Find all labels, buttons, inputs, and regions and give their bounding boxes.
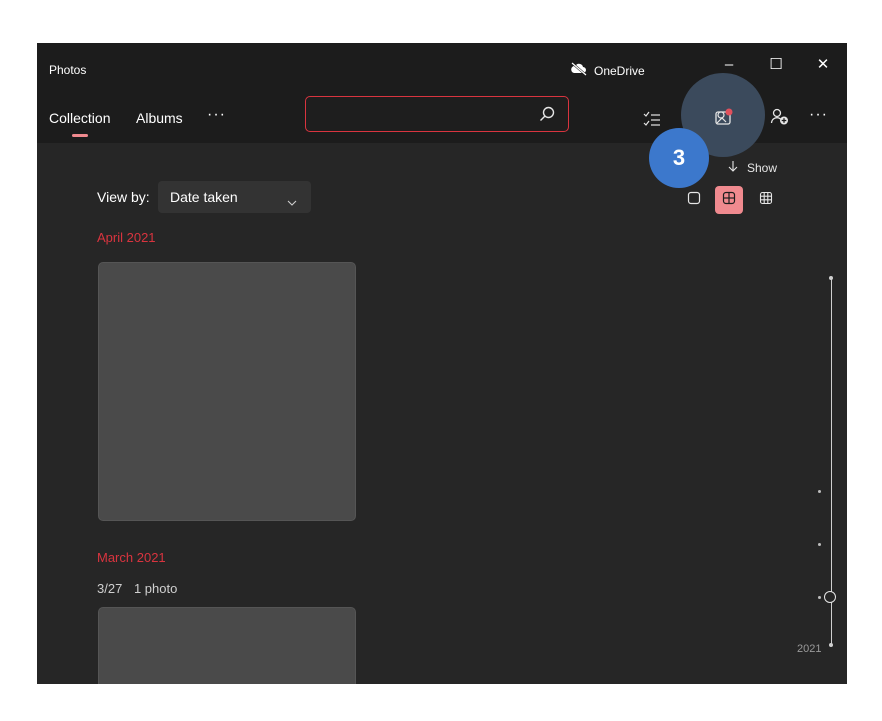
close-button[interactable]: ✕	[803, 51, 843, 77]
active-tab-indicator	[72, 134, 88, 137]
timeline-marker	[818, 596, 821, 599]
day-photo-count: 1 photo	[133, 581, 178, 596]
chevron-down-icon	[287, 193, 297, 209]
tutorial-step-badge: 3	[649, 128, 709, 188]
arrow-down-icon	[727, 160, 739, 175]
add-people-icon[interactable]	[768, 105, 792, 129]
large-thumbnails-button[interactable]	[680, 186, 708, 214]
small-thumbnails-button[interactable]	[752, 186, 780, 214]
view-by-label: View by:	[97, 189, 150, 205]
onedrive-status[interactable]: OneDrive	[570, 62, 645, 79]
show-dropdown[interactable]: Show	[727, 160, 777, 175]
show-label: Show	[747, 160, 778, 175]
timeline-handle[interactable]	[824, 591, 836, 603]
view-by-select[interactable]: Date taken	[158, 181, 311, 213]
app-title: Photos	[49, 63, 87, 77]
timeline-track	[831, 279, 832, 645]
day-date: 3/27	[97, 581, 123, 596]
group-header-april-2021: April 2021	[97, 230, 156, 245]
medium-thumbnails-button[interactable]	[715, 186, 743, 214]
group-header-march-2021: March 2021	[97, 550, 166, 565]
select-icon[interactable]	[641, 108, 663, 130]
photo-thumbnail[interactable]	[98, 262, 356, 521]
timeline-marker	[818, 490, 821, 493]
timeline-year-label: 2021	[797, 643, 822, 655]
search-icon[interactable]	[538, 105, 556, 128]
maximize-button[interactable]: ☐	[756, 51, 796, 77]
cloud-off-icon	[570, 62, 588, 79]
onedrive-label: OneDrive	[594, 63, 645, 78]
timeline-marker	[818, 543, 821, 546]
more-tabs-button[interactable]: ···	[207, 106, 226, 124]
medium-tile-icon	[722, 191, 736, 210]
timeline-top-cap	[829, 276, 833, 280]
photos-window: Photos OneDrive – ☐ ✕ Collection Albums …	[37, 43, 847, 684]
tab-collection[interactable]: Collection	[49, 110, 110, 126]
day-label: 3/27 1 photo	[97, 581, 177, 596]
timeline-bottom-cap	[829, 643, 833, 647]
search-input[interactable]	[305, 96, 569, 132]
small-tile-icon	[759, 191, 773, 210]
more-options-button[interactable]: ···	[809, 106, 828, 124]
view-by-value: Date taken	[170, 189, 238, 205]
large-tile-icon	[687, 191, 701, 210]
import-photos-icon[interactable]	[712, 105, 736, 129]
tab-albums[interactable]: Albums	[136, 110, 183, 126]
photo-thumbnail[interactable]	[98, 607, 356, 684]
